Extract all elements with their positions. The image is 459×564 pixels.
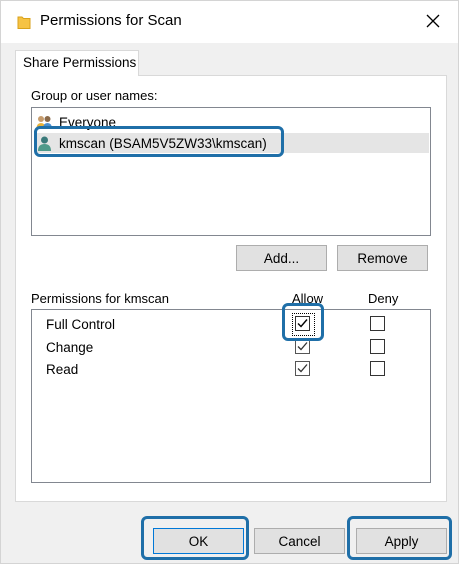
highlight-apply	[347, 516, 452, 560]
allow-change-checkbox[interactable]	[295, 339, 310, 354]
permissions-label: Permissions for kmscan	[31, 291, 169, 306]
deny-read-checkbox[interactable]	[370, 361, 385, 376]
deny-change-checkbox[interactable]	[370, 339, 385, 354]
tab-share-permissions[interactable]: Share Permissions	[15, 50, 139, 76]
remove-button[interactable]: Remove	[337, 245, 428, 271]
perm-change-label: Change	[46, 340, 94, 355]
deny-full-control-checkbox[interactable]	[370, 316, 385, 331]
dialog-title: Permissions for Scan	[40, 12, 182, 29]
highlight-ok	[141, 516, 249, 560]
close-button[interactable]	[420, 9, 446, 35]
title-bar: Permissions for Scan	[1, 1, 458, 43]
perm-read-label: Read	[46, 362, 79, 377]
perm-full-control-label: Full Control	[46, 317, 116, 332]
highlight-selected-user	[34, 126, 284, 157]
group-names-label: Group or user names:	[31, 88, 158, 103]
permissions-dialog: Permissions for Scan Share Permissions G…	[0, 0, 459, 564]
cancel-button[interactable]: Cancel	[254, 528, 345, 554]
highlight-allow-full-control	[282, 303, 324, 341]
folder-icon	[17, 14, 31, 30]
add-button[interactable]: Add...	[236, 245, 327, 271]
permissions-list	[31, 309, 431, 483]
allow-read-checkbox[interactable]	[295, 361, 310, 376]
deny-column-header: Deny	[368, 291, 399, 306]
close-icon	[426, 14, 440, 31]
